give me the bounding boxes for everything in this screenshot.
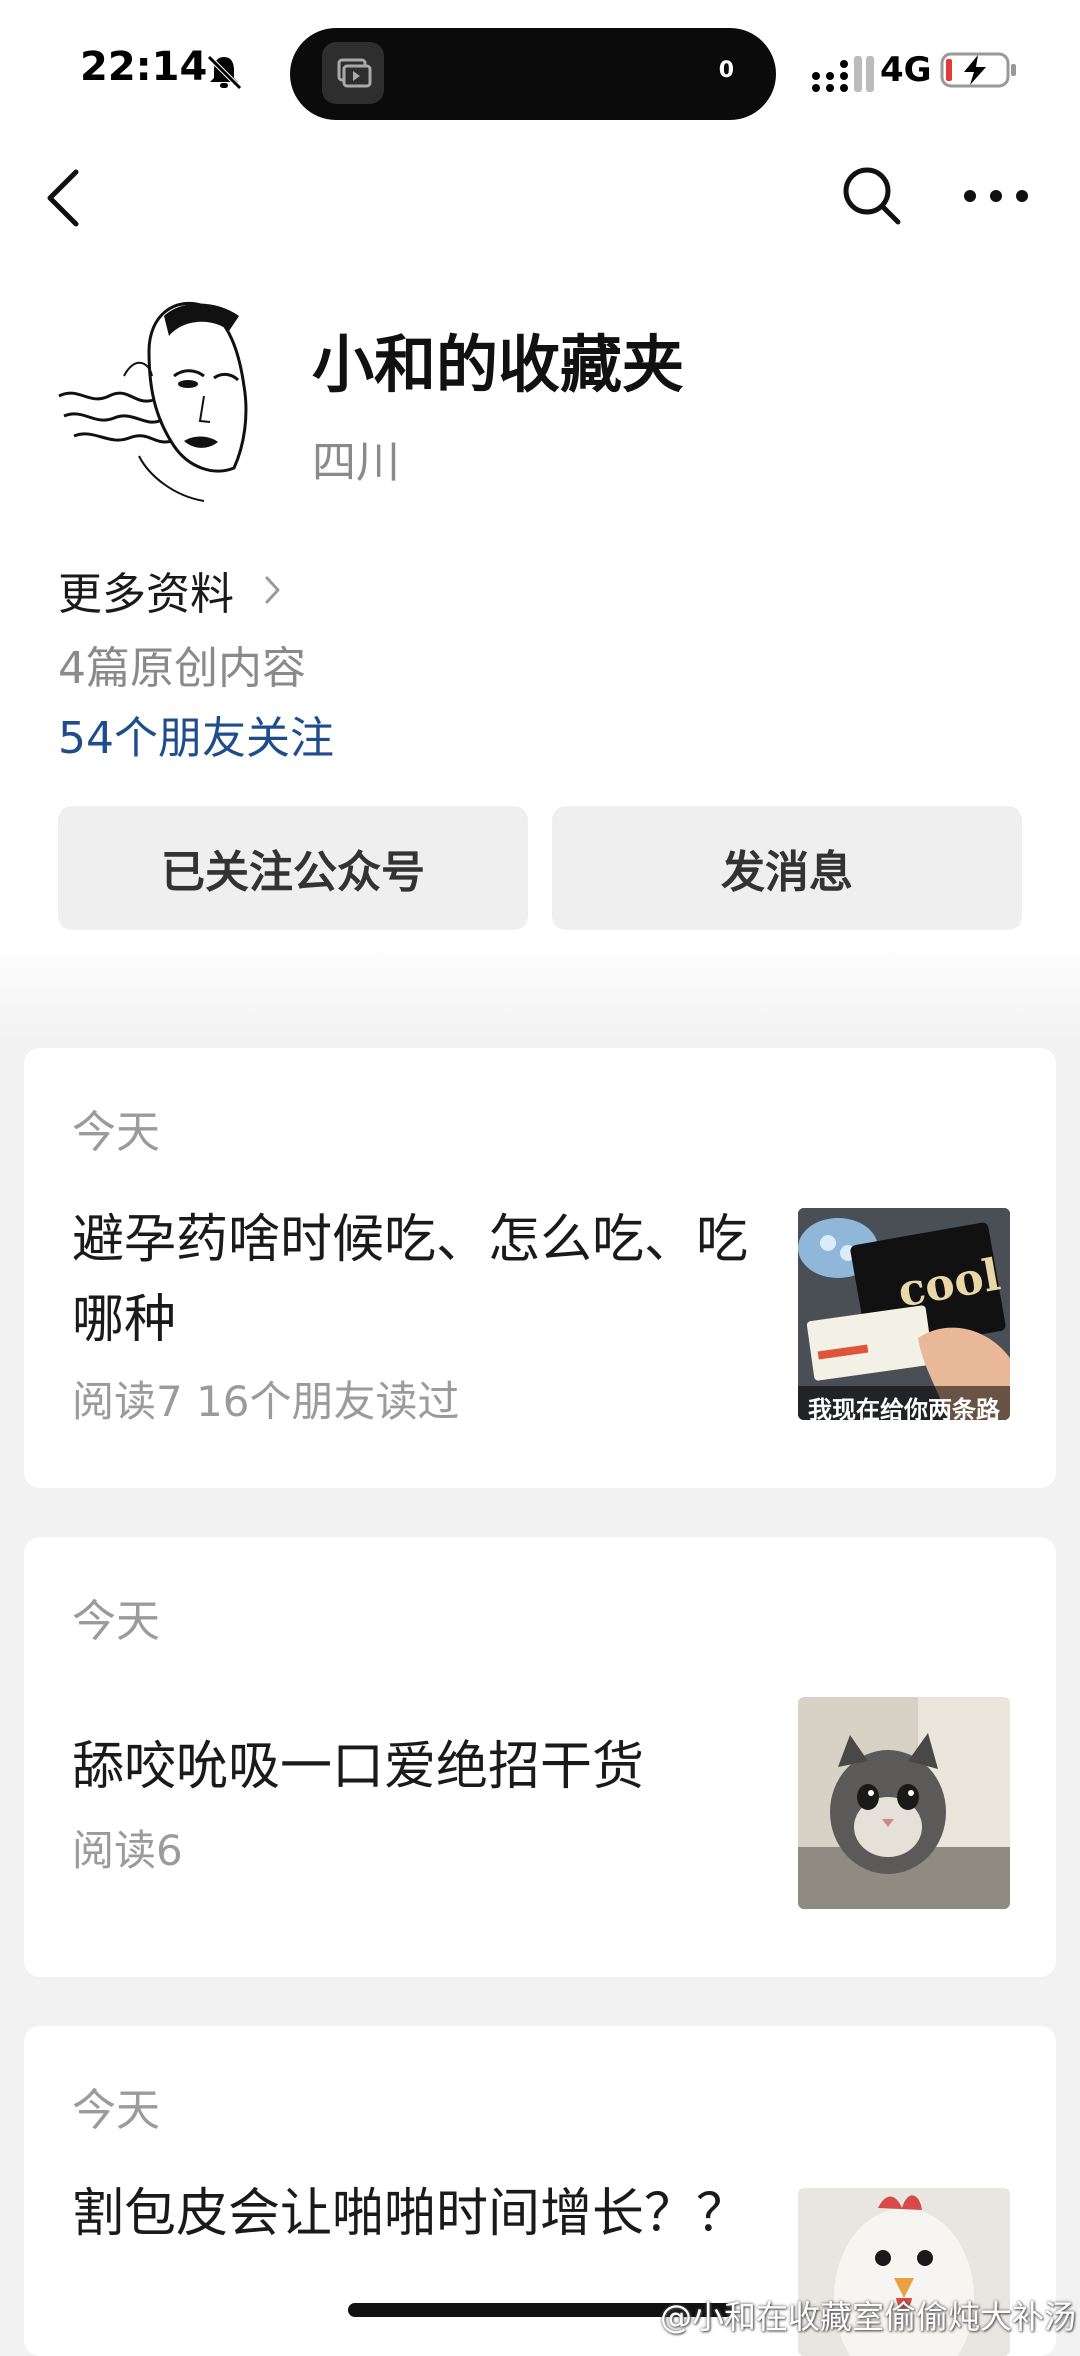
send-message-button[interactable]: 发消息 xyxy=(552,806,1022,930)
thumbnail-caption: 我现在给你两条路 xyxy=(808,1396,1000,1420)
article-meta: 阅读7 16个朋友读过 xyxy=(72,1377,460,1426)
article-title[interactable]: 避孕药啥时候吃、怎么吃、吃哪种 xyxy=(72,1200,772,1360)
article-thumbnail[interactable] xyxy=(798,1697,1010,1909)
article-date: 今天 xyxy=(72,2085,160,2136)
battery-charging-icon xyxy=(940,52,1016,88)
article-title[interactable]: 舔咬吮吸一口爱绝招干货 xyxy=(72,1727,772,1807)
article-card[interactable]: 今天 舔咬吮吸一口爱绝招干货 阅读6 xyxy=(24,1537,1056,1977)
article-date: 今天 xyxy=(72,1107,160,1158)
followed-official-account-button[interactable]: 已关注公众号 xyxy=(58,806,528,930)
network-type: 4G xyxy=(880,50,932,90)
article-card[interactable]: 今天 避孕药啥时候吃、怎么吃、吃哪种 阅读7 16个朋友读过 cool 我现在给… xyxy=(24,1048,1056,1488)
article-title[interactable]: 割包皮会让啪啪时间增长？？ xyxy=(72,2174,772,2254)
search-icon[interactable] xyxy=(840,164,904,228)
original-content-count: 4篇原创内容 xyxy=(58,643,306,694)
article-date: 今天 xyxy=(72,1596,160,1647)
chevron-right-icon[interactable] xyxy=(262,572,282,608)
article-thumbnail[interactable]: cool 我现在给你两条路 xyxy=(798,1208,1010,1420)
watermark-text: @小和在收藏室偷偷炖大补汤 xyxy=(660,2298,1077,2336)
screen-record-icon xyxy=(322,42,384,104)
friends-following-link[interactable]: 54个朋友关注 xyxy=(58,702,334,766)
island-count: 0 xyxy=(718,58,734,83)
account-name: 小和的收藏夹 xyxy=(312,328,685,401)
back-chevron-icon[interactable] xyxy=(40,162,88,234)
account-region: 四川 xyxy=(312,437,400,488)
signal-icon xyxy=(812,56,874,92)
bell-muted-icon xyxy=(206,54,242,90)
article-meta: 阅读6 xyxy=(72,1826,183,1875)
avatar[interactable] xyxy=(54,296,274,506)
status-time: 22:14 xyxy=(80,44,208,90)
more-info-link[interactable]: 更多资料 xyxy=(58,558,234,622)
dynamic-island: 0 xyxy=(290,28,776,120)
more-dots-icon[interactable] xyxy=(962,180,1030,212)
